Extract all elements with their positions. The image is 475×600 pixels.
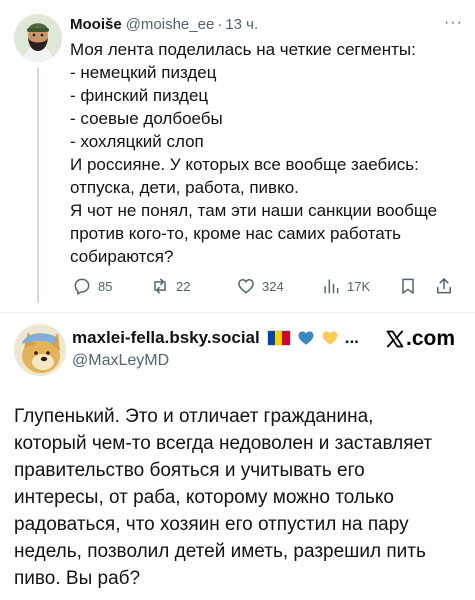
tweet-line: Я чот не понял, там эти наши санкции воо… xyxy=(70,201,438,220)
tweet-line: отпуска, дети, работа, пивко. xyxy=(70,178,299,197)
reply-line: интересы, от раба, которому можно только xyxy=(14,487,394,508)
tweet-line: - соевые долбоебы xyxy=(70,109,223,128)
doge-avatar-illustration xyxy=(14,324,66,376)
views-icon xyxy=(324,279,339,294)
share-button[interactable] xyxy=(434,274,460,298)
reply-line: правительство бояться и учитывать его xyxy=(14,460,365,481)
share-icon xyxy=(437,278,451,294)
reply-line: недель, позволил детей иметь, разрешил п… xyxy=(14,541,426,562)
views-button[interactable]: 17K xyxy=(321,274,370,298)
author-name[interactable]: Mooiše xyxy=(70,16,122,33)
like-button[interactable]: 324 xyxy=(236,274,284,298)
tweet[interactable]: Mooiše @moishe_ee · 13 ч. ··· Моя лента … xyxy=(0,0,475,318)
tweet-line: собираются? xyxy=(70,247,174,266)
x-com-text: .com xyxy=(406,327,456,350)
bookmark-button[interactable] xyxy=(398,274,424,298)
author-handle[interactable]: @moishe_ee xyxy=(126,16,215,33)
yellow-heart-icon xyxy=(322,331,338,345)
tweet-line: - немецкий пиздец xyxy=(70,63,217,82)
bookmark-icon xyxy=(402,278,414,294)
reply-author-avatar[interactable] xyxy=(14,324,66,376)
reply-count: 85 xyxy=(98,278,113,294)
like-icon xyxy=(238,279,254,294)
tweet-line: - хохляцкий слоп xyxy=(70,132,204,151)
author-avatar[interactable] xyxy=(14,14,62,62)
views-count: 17K xyxy=(347,278,371,294)
repost-button[interactable]: 22 xyxy=(150,274,190,298)
reply-button[interactable]: 85 xyxy=(72,274,112,298)
reply-line: радоваться, что хозяин его отпустил на п… xyxy=(14,514,409,535)
header-separator: · xyxy=(217,15,223,33)
avatar-illustration xyxy=(14,14,62,62)
tweet-actions: 85 22 324 17K xyxy=(72,274,467,298)
tweet-timestamp[interactable]: 13 ч. xyxy=(225,16,258,33)
reply-author-name[interactable]: maxlei-fella.bsky.social xyxy=(72,328,260,348)
reply-author-handle[interactable]: @MaxLeyMD xyxy=(72,352,169,370)
more-options-icon[interactable]: ··· xyxy=(444,14,463,32)
tweet-line: Моя лента поделилась на четкие сегменты: xyxy=(70,40,416,59)
reply-line: пиво. Вы раб? xyxy=(14,568,141,589)
tweet-text: Моя лента поделилась на четкие сегменты:… xyxy=(70,38,465,268)
x-com-brand: .com xyxy=(385,327,455,351)
name-truncation: ... xyxy=(344,328,359,347)
reply-line: который чем-то всегда недоволен и застав… xyxy=(14,433,433,454)
moldova-flag-icon xyxy=(266,330,291,346)
tweet-line: против кого-то, кроме нас самих работать xyxy=(70,224,401,243)
reply-author-name-row: maxlei-fella.bsky.social ... xyxy=(72,327,359,349)
tweet-header: Mooiše @moishe_ee · 13 ч. xyxy=(70,14,258,34)
tweet-line: - финский пиздец xyxy=(70,86,209,105)
x-logo-icon xyxy=(386,330,404,348)
tweet-line: И россияне. У которых все вообще заебись… xyxy=(70,155,419,174)
divider xyxy=(0,312,475,313)
repost-icon xyxy=(154,278,166,294)
blue-heart-icon xyxy=(298,331,314,345)
thread-line xyxy=(37,68,39,303)
reply-icon xyxy=(74,278,90,295)
repost-count: 22 xyxy=(176,278,191,294)
reply-text: Глупенький. Это и отличает гражданина, к… xyxy=(14,403,469,592)
reply-line: Глупенький. Это и отличает гражданина, xyxy=(14,406,374,427)
like-count: 324 xyxy=(262,278,284,294)
